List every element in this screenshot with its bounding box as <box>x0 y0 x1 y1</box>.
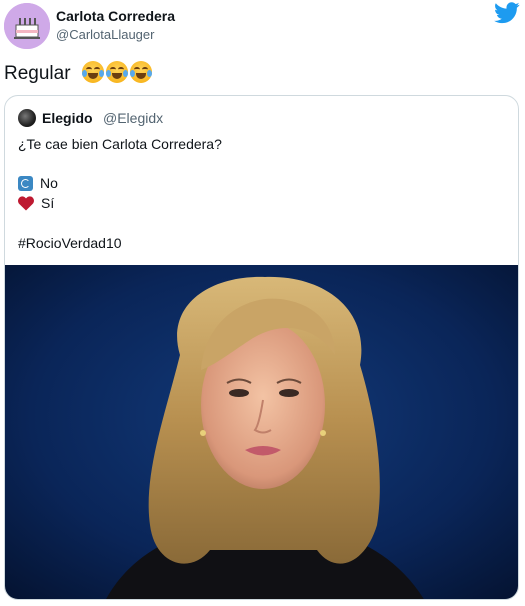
author-handle[interactable]: @CarlotaLlauger <box>56 27 154 42</box>
author-name[interactable]: Carlota Corredera <box>56 8 175 24</box>
hashtag[interactable]: #RocioVerdad10 <box>18 235 122 251</box>
quoted-author-name[interactable]: Elegido <box>42 110 93 126</box>
emoji-row <box>81 61 152 83</box>
tears-of-joy-emoji-icon <box>105 61 128 83</box>
tweet-body: Regular <box>4 63 71 84</box>
option-no-label: No <box>40 175 58 191</box>
quoted-author-handle[interactable]: @Elegidx <box>103 110 163 126</box>
tweet-header: Carlota Corredera @CarlotaLlauger <box>0 0 525 52</box>
quoted-question: ¿Te cae bien Carlota Corredera? <box>18 136 222 152</box>
tears-of-joy-emoji-icon <box>81 61 104 83</box>
option-si-label: Sí <box>41 195 55 211</box>
heart-icon <box>18 196 34 211</box>
avatar[interactable] <box>4 3 50 49</box>
twitter-bird-icon[interactable] <box>494 2 520 24</box>
tears-of-joy-emoji-icon <box>129 61 152 83</box>
option-si: Sí <box>18 195 54 211</box>
option-no: No <box>18 175 58 191</box>
quoted-tweet[interactable]: Elegido @Elegidx ¿Te cae bien Carlota Co… <box>4 95 519 600</box>
tweet-text: Regular <box>4 61 152 85</box>
portrait-image <box>5 265 518 599</box>
repeat-icon <box>18 176 33 191</box>
quoted-photo[interactable] <box>5 265 518 599</box>
cake-avatar-icon <box>4 3 50 49</box>
quoted-avatar[interactable] <box>18 109 36 127</box>
